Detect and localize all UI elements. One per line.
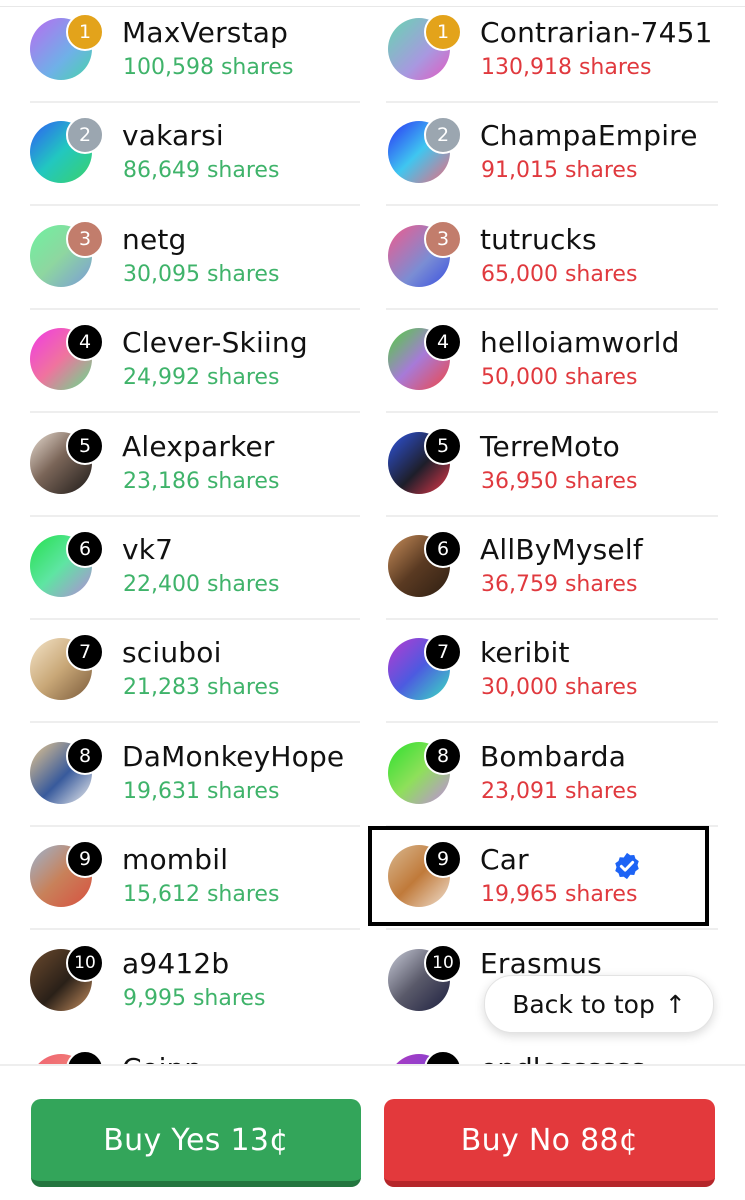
holder-row[interactable]: 8 Bombarda 23,091 shares [386, 724, 718, 827]
holder-row[interactable]: 5 Alexparker 23,186 shares [30, 414, 360, 517]
holder-name[interactable]: tutrucks [480, 223, 597, 256]
holder-row[interactable]: 2 ChampaEmpire 91,015 shares [386, 103, 718, 207]
rank-badge: 10 [66, 943, 104, 982]
rank-badge: 3 [424, 219, 462, 258]
buy-yes-button[interactable]: Buy Yes 13¢ [31, 1099, 361, 1187]
rank-badge: 4 [66, 323, 104, 362]
holder-row[interactable]: 2 vakarsi 86,649 shares [30, 103, 360, 207]
holder-row[interactable]: 4 Clever-Skiing 24,992 shares [30, 310, 360, 414]
holder-row[interactable]: 1 Contrarian-7451 130,918 shares [386, 0, 718, 103]
holder-row[interactable]: 1 MaxVerstap 100,598 shares [30, 0, 360, 103]
holder-shares: 86,649 shares [123, 158, 280, 184]
holder-name[interactable]: Clever-Skiing [122, 326, 308, 359]
rank-badge: 7 [66, 633, 104, 672]
bottom-action-bar: Buy Yes 13¢ Buy No 88¢ [0, 1064, 745, 1200]
holder-name[interactable]: sciuboi [122, 636, 222, 669]
holder-shares: 36,759 shares [481, 572, 638, 597]
holder-shares: 36,950 shares [481, 468, 638, 494]
holder-row[interactable]: 10 a9412b 9,995 shares [30, 931, 360, 1034]
rank-badge: 5 [424, 426, 462, 465]
holder-row[interactable]: 7 sciuboi 21,283 shares [30, 620, 360, 724]
holder-shares: 24,992 shares [123, 365, 280, 391]
holder-name[interactable]: keribit [480, 636, 570, 669]
holder-name[interactable]: vakarsi [122, 119, 224, 152]
holder-name[interactable]: DaMonkeyHope [122, 740, 344, 773]
rank-badge: 6 [66, 530, 104, 568]
holder-row[interactable]: 3 tutrucks 65,000 shares [386, 207, 718, 310]
holder-shares: 91,015 shares [481, 158, 638, 184]
holder-row[interactable]: 9 mombil 15,612 shares [30, 827, 360, 931]
holder-name[interactable]: AllByMyself [480, 533, 643, 566]
holder-name[interactable]: ChampaEmpire [480, 119, 698, 152]
holder-shares: 22,400 shares [123, 572, 280, 597]
holder-name[interactable]: Bombarda [480, 740, 626, 773]
rank-badge: 3 [66, 219, 104, 258]
back-to-top-label: Back to top [512, 989, 655, 1019]
holder-name[interactable]: Alexparker [122, 430, 275, 463]
rank-badge: 9 [66, 840, 104, 879]
holder-row[interactable]: 6 AllByMyself 36,759 shares [386, 517, 718, 620]
rank-badge: 4 [424, 323, 462, 362]
rank-badge: 2 [66, 116, 104, 155]
buy-no-button[interactable]: Buy No 88¢ [384, 1099, 715, 1187]
holder-name[interactable]: TerreMoto [480, 430, 620, 463]
holder-shares: 130,918 shares [481, 55, 652, 80]
rank-badge: 2 [424, 116, 462, 155]
holder-name[interactable]: a9412b [122, 947, 229, 980]
highlight-box [368, 826, 709, 926]
holder-row[interactable]: 4 helloiamworld 50,000 shares [386, 310, 718, 414]
holder-shares: 30,000 shares [481, 675, 638, 701]
holder-name[interactable]: MaxVerstap [122, 16, 288, 49]
holder-shares: 23,186 shares [123, 468, 280, 494]
holder-name[interactable]: mombil [122, 843, 228, 876]
holder-name[interactable]: netg [122, 223, 187, 256]
holder-row[interactable]: 3 netg 30,095 shares [30, 207, 360, 310]
holder-shares: 9,995 shares [123, 985, 266, 1011]
rank-badge: 1 [66, 13, 104, 51]
holder-shares: 23,091 shares [481, 778, 638, 804]
arrow-up-icon: ↑ [664, 989, 686, 1019]
rank-badge: 7 [424, 633, 462, 672]
rank-badge: 8 [66, 736, 104, 775]
holder-name[interactable]: vk7 [122, 533, 173, 566]
rank-badge: 10 [424, 943, 462, 982]
holder-shares: 19,631 shares [123, 778, 280, 804]
holder-shares: 21,283 shares [123, 675, 280, 701]
holder-shares: 30,095 shares [123, 261, 280, 287]
holder-name[interactable]: Contrarian-7451 [480, 16, 713, 49]
holder-row[interactable]: 8 DaMonkeyHope 19,631 shares [30, 724, 360, 827]
holder-name[interactable]: helloiamworld [480, 326, 680, 359]
rank-badge: 1 [424, 13, 462, 51]
rank-badge: 6 [424, 530, 462, 568]
holder-row[interactable]: 5 TerreMoto 36,950 shares [386, 414, 718, 517]
holder-row[interactable]: 7 keribit 30,000 shares [386, 620, 718, 724]
holder-row[interactable]: 6 vk7 22,400 shares [30, 517, 360, 620]
holder-shares: 15,612 shares [123, 882, 280, 908]
back-to-top-button[interactable]: Back to top ↑ [484, 975, 714, 1033]
holder-shares: 65,000 shares [481, 261, 638, 287]
rank-badge: 8 [424, 736, 462, 775]
rank-badge: 5 [66, 426, 104, 465]
holder-shares: 100,598 shares [123, 55, 294, 80]
holder-shares: 50,000 shares [481, 365, 638, 391]
